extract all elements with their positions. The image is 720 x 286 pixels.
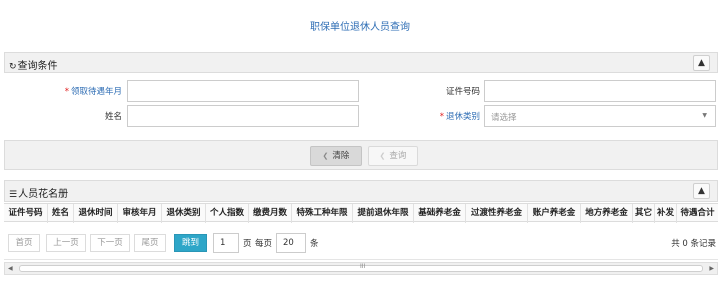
scroll-left-icon[interactable]: ◀: [8, 265, 13, 272]
retire-type-select[interactable]: 请选择 ▼: [484, 105, 716, 127]
column-header[interactable]: 补发: [655, 204, 677, 223]
chevron-left-icon: ❮: [379, 152, 386, 160]
page-title: 职保单位退休人员查询: [310, 22, 410, 33]
per-page-input[interactable]: 20: [276, 233, 306, 253]
required-mark: *: [439, 112, 444, 122]
page-number-input[interactable]: 1: [213, 233, 239, 253]
retire-type-label: * 退休类别: [439, 112, 480, 122]
list-icon: ☰: [9, 190, 18, 200]
column-header[interactable]: 特殊工种年限: [292, 204, 353, 223]
roster-panel-title: 人员花名册: [18, 189, 69, 200]
column-header[interactable]: 证件号码: [4, 204, 48, 223]
page-unit-label: 页: [243, 239, 252, 249]
last-page-button[interactable]: 尾页: [134, 234, 166, 252]
first-page-button[interactable]: 首页: [8, 234, 40, 252]
column-header[interactable]: 个人指数: [206, 204, 249, 223]
per-page-unit-label: 条: [310, 239, 319, 249]
caret-down-icon: ▼: [702, 112, 707, 119]
column-header[interactable]: 姓名: [48, 204, 74, 223]
pagination-bar: 首页 上一页 下一页 尾页 跳到 1 页 每页 20 条 共 0 条记录: [4, 222, 718, 260]
column-header[interactable]: 待遇合计: [677, 204, 718, 223]
claim-month-label: * 领取待遇年月: [64, 87, 122, 97]
claim-month-input[interactable]: [127, 80, 359, 102]
retire-type-placeholder: 请选择: [491, 113, 517, 123]
query-panel-title: 查询条件: [17, 61, 58, 72]
refresh-icon: ↻: [9, 62, 17, 72]
scroll-right-icon[interactable]: ▶: [709, 265, 714, 272]
per-page-label: 每页: [255, 239, 273, 249]
column-header[interactable]: 基础养老金: [414, 204, 466, 223]
collapse-query-button[interactable]: ▲: [693, 55, 710, 71]
query-panel-header: ↻查询条件 ▲: [4, 52, 718, 73]
total-records-label: 共 0 条记录: [671, 239, 716, 249]
column-header[interactable]: 地方养老金: [581, 204, 633, 223]
clear-button[interactable]: ❮ 清除: [310, 146, 362, 166]
column-header[interactable]: 账户养老金: [528, 204, 581, 223]
scrollbar-grip: III: [360, 263, 366, 270]
roster-table-header: 证件号码 姓名 退休时间 审核年月 退休类别 个人指数 缴费月数 特殊工种年限 …: [4, 203, 718, 223]
query-panel-title-wrap: ↻查询条件: [9, 57, 58, 72]
horizontal-scrollbar[interactable]: ◀ III ▶: [4, 262, 718, 275]
column-header[interactable]: 缴费月数: [249, 204, 292, 223]
column-header[interactable]: 审核年月: [118, 204, 162, 223]
column-header[interactable]: 退休类别: [162, 204, 206, 223]
roster-panel-title-wrap: ☰人员花名册: [9, 185, 68, 200]
query-button-bar: ❮ 清除 ❮ 查询: [4, 140, 718, 170]
chevron-up-icon: ▲: [698, 58, 705, 68]
name-label: 姓名: [104, 112, 122, 122]
collapse-roster-button[interactable]: ▲: [693, 183, 710, 199]
required-mark: *: [64, 87, 69, 97]
chevron-left-icon: ❮: [322, 152, 329, 160]
prev-page-button[interactable]: 上一页: [46, 234, 86, 252]
column-header[interactable]: 其它: [633, 204, 655, 223]
column-header[interactable]: 退休时间: [74, 204, 118, 223]
column-header[interactable]: 提前退休年限: [353, 204, 414, 223]
next-page-button[interactable]: 下一页: [90, 234, 130, 252]
query-button[interactable]: ❮ 查询: [368, 146, 418, 166]
scrollbar-thumb[interactable]: III: [19, 263, 703, 272]
chevron-up-icon: ▲: [698, 186, 705, 196]
jump-button[interactable]: 跳到: [174, 234, 207, 252]
name-input[interactable]: [127, 105, 359, 127]
column-header[interactable]: 过渡性养老金: [466, 204, 528, 223]
id-number-label: 证件号码: [445, 87, 480, 97]
roster-panel-header: ☰人员花名册 ▲: [4, 180, 718, 202]
id-number-input[interactable]: [484, 80, 716, 102]
